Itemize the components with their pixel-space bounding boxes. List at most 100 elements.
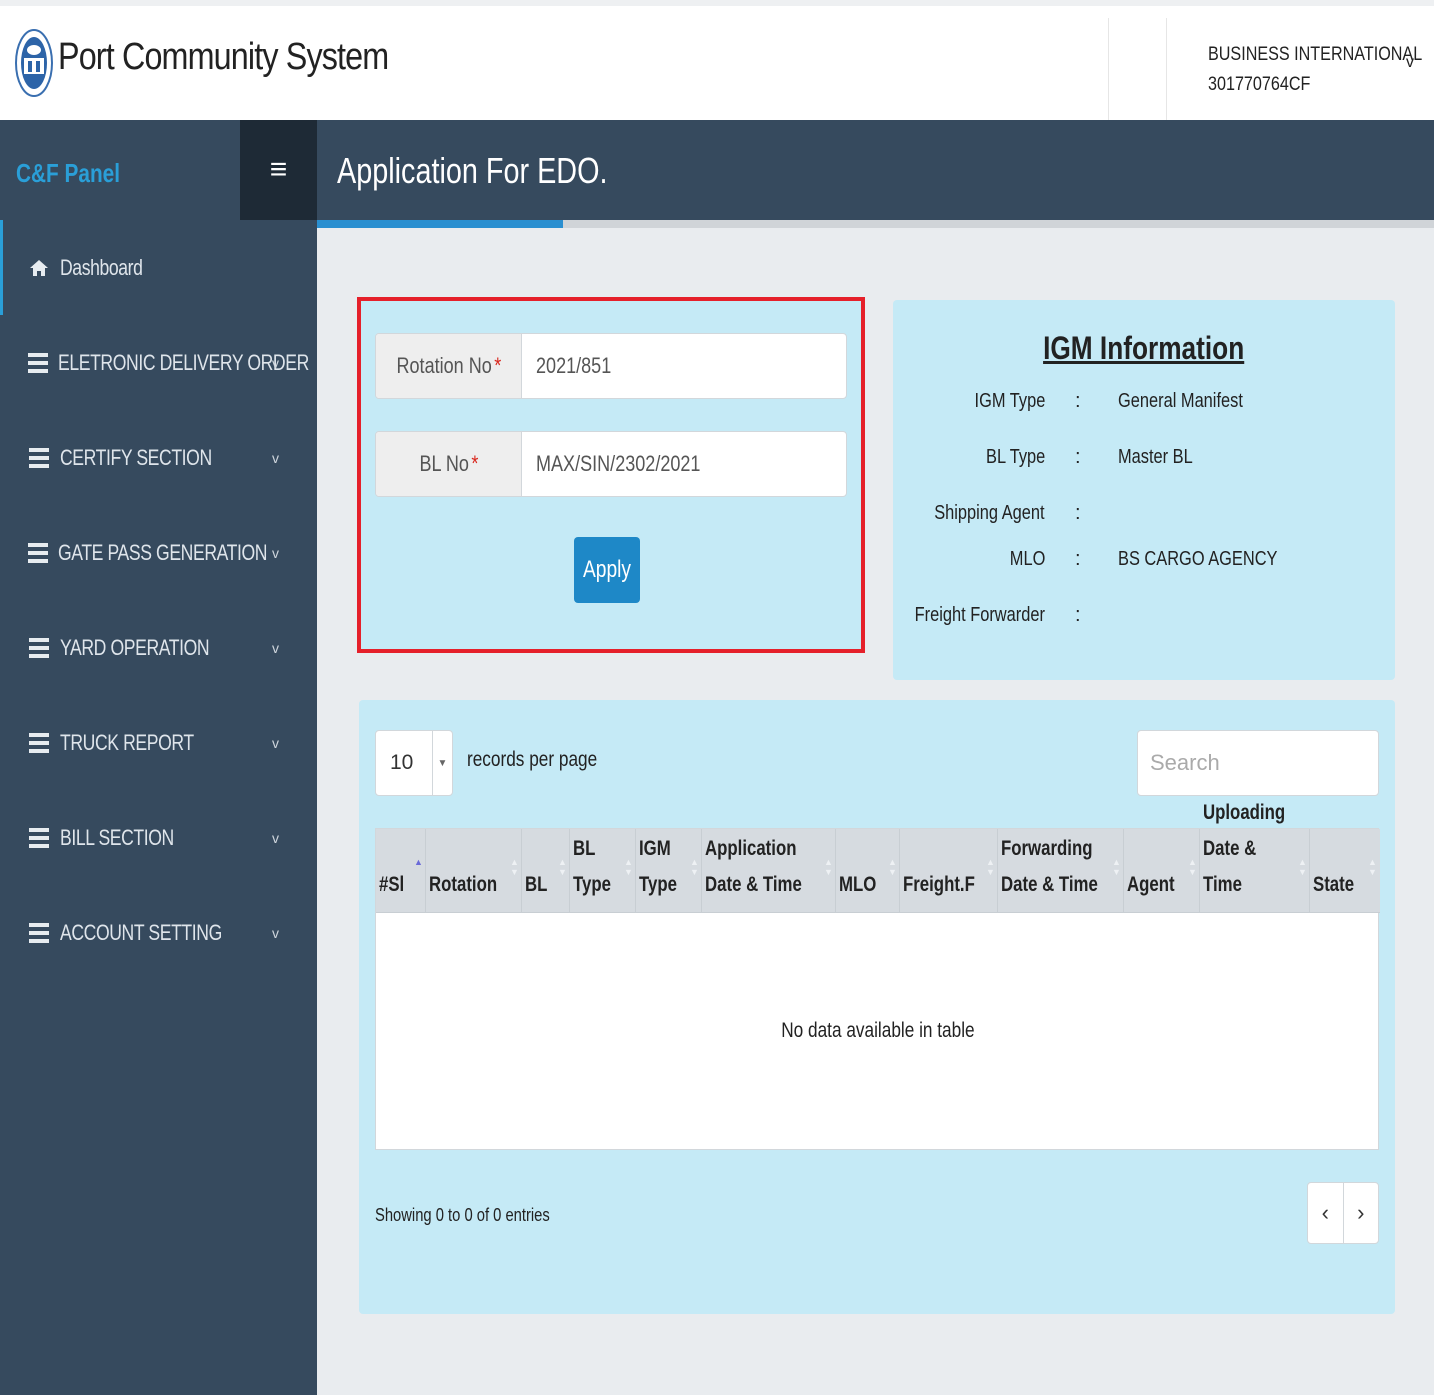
sort-icon: ▲ ▼ <box>986 857 995 877</box>
dropdown-arrow-icon: ▼ <box>437 757 448 769</box>
menu-toggle-button[interactable]: ≡ <box>240 120 317 220</box>
igm-row-shipping-agent: Shipping Agent: <box>934 502 1081 524</box>
sidebar-item-label: GATE PASS GENERATION <box>58 539 268 565</box>
bl-field: BL No * MAX/SIN/2302/2021 <box>375 431 847 497</box>
column-header-sl[interactable]: #Sl ▲ <box>376 829 426 913</box>
column-header-state[interactable]: State ▲ ▼ <box>1310 829 1380 913</box>
hamburger-icon: ≡ <box>269 153 288 186</box>
igm-row-bl-type: BL Type: Master BL <box>985 446 1193 468</box>
column-header-bl-type[interactable]: BL Type ▲ ▼ <box>570 829 636 913</box>
igm-row-mlo: MLO: BS CARGO AGENCY <box>1009 548 1278 570</box>
chevron-down-icon: v <box>272 449 279 466</box>
column-header-freight[interactable]: Freight.F ▲ ▼ <box>900 829 998 913</box>
sidebar-item-account-setting[interactable]: ACCOUNT SETTING v <box>0 885 317 980</box>
sort-icon: ▲ ▼ <box>1188 857 1197 877</box>
list-icon <box>28 352 48 374</box>
header-divider <box>1166 18 1167 123</box>
sort-icon: ▲ ▼ <box>690 857 699 877</box>
column-header-igm-type[interactable]: IGM Type ▲ ▼ <box>636 829 702 913</box>
igm-info-panel: IGM Information IGM Type: General Manifes… <box>893 300 1395 680</box>
panel-brand[interactable]: C&F Panel <box>16 158 120 189</box>
apply-button[interactable]: Apply <box>574 537 640 603</box>
user-id[interactable]: 301770764CF <box>1208 74 1310 96</box>
list-icon <box>28 637 50 659</box>
header-underline <box>317 220 1434 228</box>
sort-icon: ▲ ▼ <box>510 857 519 877</box>
sidebar-item-truck-report[interactable]: TRUCK REPORT v <box>0 695 317 790</box>
header-underline-accent <box>317 220 563 228</box>
required-mark: * <box>493 353 501 378</box>
top-header: Port Community System BUSINESS INTERNATI… <box>0 0 1434 123</box>
sort-icon: ▲ ▼ <box>558 857 567 877</box>
previous-page-button[interactable]: ‹ <box>1308 1183 1343 1243</box>
sort-icon: ▲ ▼ <box>888 857 897 877</box>
list-icon <box>28 827 50 849</box>
app-title: Port Community System <box>58 36 389 78</box>
column-header-rotation[interactable]: Rotation ▲ ▼ <box>426 829 522 913</box>
header-divider <box>1108 18 1109 123</box>
required-mark: * <box>470 451 478 476</box>
list-icon <box>28 732 50 754</box>
sidebar-brand-bar: C&F Panel ≡ <box>0 120 317 220</box>
chevron-down-icon: v <box>272 354 279 371</box>
sidebar-item-label: TRUCK REPORT <box>60 729 194 755</box>
list-icon <box>28 447 50 469</box>
user-menu-chevron-icon[interactable]: v <box>1406 54 1414 72</box>
sidebar-item-yard-operation[interactable]: YARD OPERATION v <box>0 600 317 695</box>
sidebar-item-electronic-delivery-order[interactable]: ELETRONIC DELIVERY ORDER v <box>0 315 317 410</box>
sidebar-nav: Dashboard ELETRONIC DELIVERY ORDER v CER… <box>0 220 317 980</box>
search-input[interactable] <box>1138 731 1378 795</box>
column-header-application-date[interactable]: Application Date & Time ▲ ▼ <box>702 829 836 913</box>
sort-icon: ▲ ▼ <box>824 857 833 877</box>
column-header-mlo[interactable]: MLO ▲ ▼ <box>836 829 900 913</box>
column-header-bl[interactable]: BL ▲ ▼ <box>522 829 570 913</box>
sidebar-item-label: YARD OPERATION <box>60 634 210 660</box>
sidebar-item-label: BILL SECTION <box>60 824 174 850</box>
rotation-field: Rotation No * 2021/851 <box>375 333 847 399</box>
user-name[interactable]: BUSINESS INTERNATIONAL <box>1208 44 1422 66</box>
chevron-down-icon: v <box>272 639 279 656</box>
records-per-page-select[interactable]: 10 ▼ <box>375 730 453 796</box>
sidebar-item-label: Dashboard <box>60 254 143 280</box>
list-icon <box>28 922 50 944</box>
records-per-page-label: records per page <box>467 748 598 771</box>
chevron-down-icon: v <box>272 544 279 561</box>
igm-row-freight-forwarder: Freight Forwarder: <box>914 604 1081 626</box>
edo-form-panel: Rotation No * 2021/851 BL No * MAX/SIN/230… <box>357 297 865 653</box>
sort-icon: ▲ ▼ <box>1298 857 1307 877</box>
column-header-agent[interactable]: Agent ▲ ▼ <box>1124 829 1200 913</box>
sidebar-item-dashboard[interactable]: Dashboard <box>0 220 317 315</box>
sidebar-item-certify-section[interactable]: CERTIFY SECTION v <box>0 410 317 505</box>
sidebar-item-gate-pass-generation[interactable]: GATE PASS GENERATION v <box>0 505 317 600</box>
bl-label: BL No * <box>376 432 522 496</box>
page-title: Application For EDO. <box>337 150 608 191</box>
column-header-forwarding-date[interactable]: Forwarding Date & Time ▲ ▼ <box>998 829 1124 913</box>
empty-table-message: No data available in table <box>781 1019 975 1042</box>
edo-table: #Sl ▲ Rotation ▲ ▼ BL ▲ ▼ BL Type ▲ ▼ IGM Type ▲… <box>375 801 1380 1150</box>
home-icon <box>28 257 50 279</box>
column-header-uploading-date[interactable]: Uploading Date & Time ▲ ▼ <box>1200 801 1310 913</box>
records-per-page-value: 10 <box>390 751 414 774</box>
records-panel: 10 ▼ records per page #Sl▲ Rotation▲▼ BL… <box>359 700 1395 1314</box>
port-logo-icon <box>15 29 53 97</box>
sort-icon: ▲ ▼ <box>1112 857 1121 877</box>
sidebar-item-bill-section[interactable]: BILL SECTION v <box>0 790 317 885</box>
igm-row-igm-type: IGM Type: General Manifest <box>974 390 1243 412</box>
search-field[interactable] <box>1137 730 1379 796</box>
sort-icon: ▲ ▼ <box>624 857 633 877</box>
pagination: ‹ › <box>1307 1182 1379 1244</box>
page-header: Application For EDO. <box>317 120 1434 220</box>
table-info: Showing 0 to 0 of 0 entries <box>375 1205 550 1225</box>
table-header: #Sl ▲ Rotation ▲ ▼ BL ▲ ▼ BL Type ▲ ▼ IGM Type ▲… <box>376 801 1380 913</box>
sidebar-item-label: ACCOUNT SETTING <box>60 919 222 945</box>
rotation-label: Rotation No * <box>376 334 522 398</box>
next-page-button[interactable]: › <box>1344 1183 1379 1243</box>
list-icon <box>28 542 48 564</box>
chevron-down-icon: v <box>272 734 279 751</box>
sidebar: C&F Panel ≡ Dashboard ELETRONIC DELIVERY… <box>0 120 317 1395</box>
igm-title: IGM Information <box>1043 330 1245 366</box>
bl-input[interactable]: MAX/SIN/2302/2021 <box>522 432 846 496</box>
rotation-input[interactable]: 2021/851 <box>522 334 846 398</box>
sidebar-item-label: CERTIFY SECTION <box>60 444 212 470</box>
sort-icon: ▲ ▼ <box>1368 857 1377 877</box>
